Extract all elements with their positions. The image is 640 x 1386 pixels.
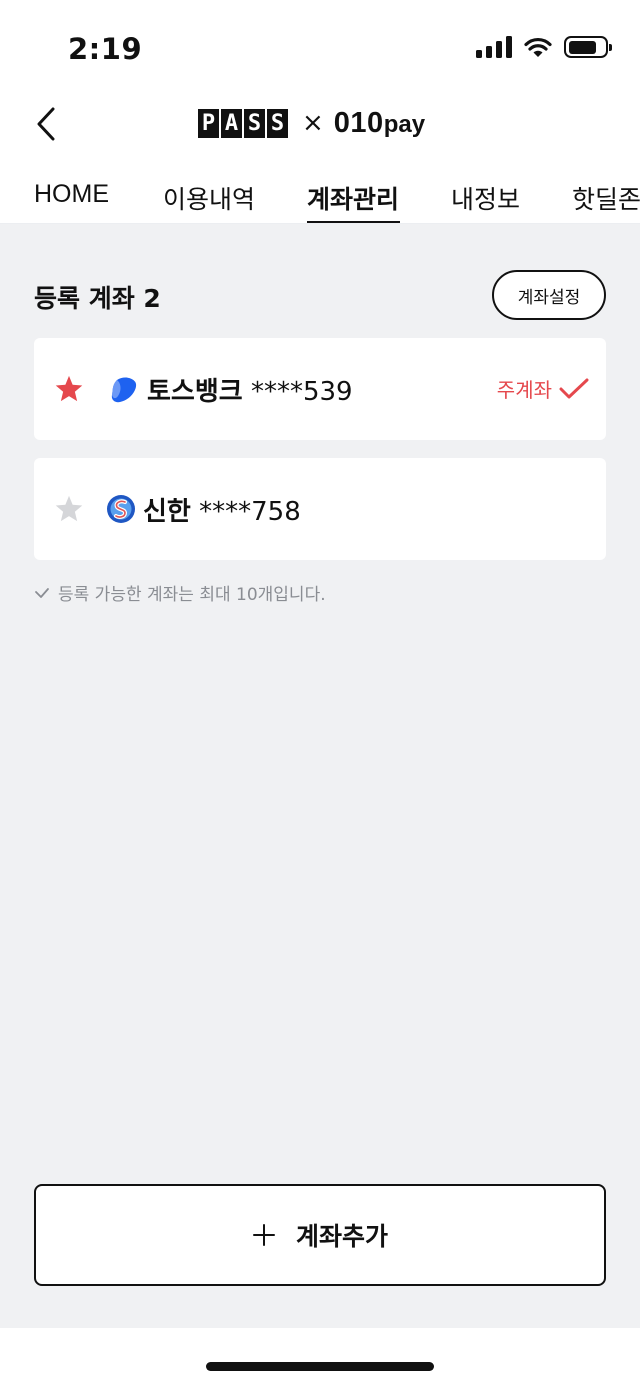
home-indicator-area [0,1328,640,1386]
tab-my-info[interactable]: 내정보 [451,180,520,216]
back-button[interactable] [26,102,66,146]
add-account-button[interactable]: 계좌추가 [34,1184,606,1286]
account-item-shinhan[interactable]: 신한 ****758 [34,458,606,560]
battery-icon [564,36,612,58]
account-limit-notice: 등록 가능한 계좌는 최대 10개입니다. [34,580,326,605]
section-title: 등록 계좌 2 [34,284,161,313]
checkmark-icon [559,378,589,398]
home-indicator[interactable] [206,1362,434,1371]
tab-usage-history[interactable]: 이용내역 [163,180,255,216]
account-number: ****539 [250,377,353,407]
account-settings-button[interactable]: 계좌설정 [492,270,606,320]
wifi-icon [524,37,552,57]
account-label: 신한 ****758 [143,491,301,528]
tab-home[interactable]: HOME [34,180,109,209]
cellular-signal-icon [476,36,512,58]
times-symbol: × [302,108,324,138]
status-icons [476,36,612,58]
brand-logo: P A S S × 010pay [198,106,426,139]
status-bar: 2:19 [0,0,640,90]
check-small-icon [35,587,49,598]
chevron-left-icon [37,107,55,141]
tab-hot-deal-zone[interactable]: 핫딜존 [572,180,640,216]
account-number: ****758 [199,497,301,527]
star-outline-icon[interactable] [54,494,84,524]
toss-bank-icon [111,377,137,403]
main-account-badge: 주계좌 [497,374,590,403]
account-item-toss[interactable]: 토스뱅크 ****539 주계좌 [34,338,606,440]
plus-icon [252,1224,275,1246]
tab-bar: HOME 이용내역 계좌관리 내정보 핫딜존 [0,160,640,224]
main-content: 등록 계좌 2 계좌설정 토스뱅크 ****539 주계좌 신한 ****758… [0,224,640,1328]
pass-logo: P A S S [198,108,288,138]
star-filled-icon[interactable] [54,374,84,404]
bank-name: 신한 [143,497,191,527]
status-time: 2:19 [68,32,143,66]
header: P A S S × 010pay [0,90,640,160]
shinhan-bank-icon [107,495,135,523]
account-label: 토스뱅크 ****539 [147,371,353,408]
bank-name: 토스뱅크 [147,377,243,407]
pay-logo: 010pay [333,106,426,139]
tab-account-management[interactable]: 계좌관리 [307,180,399,216]
